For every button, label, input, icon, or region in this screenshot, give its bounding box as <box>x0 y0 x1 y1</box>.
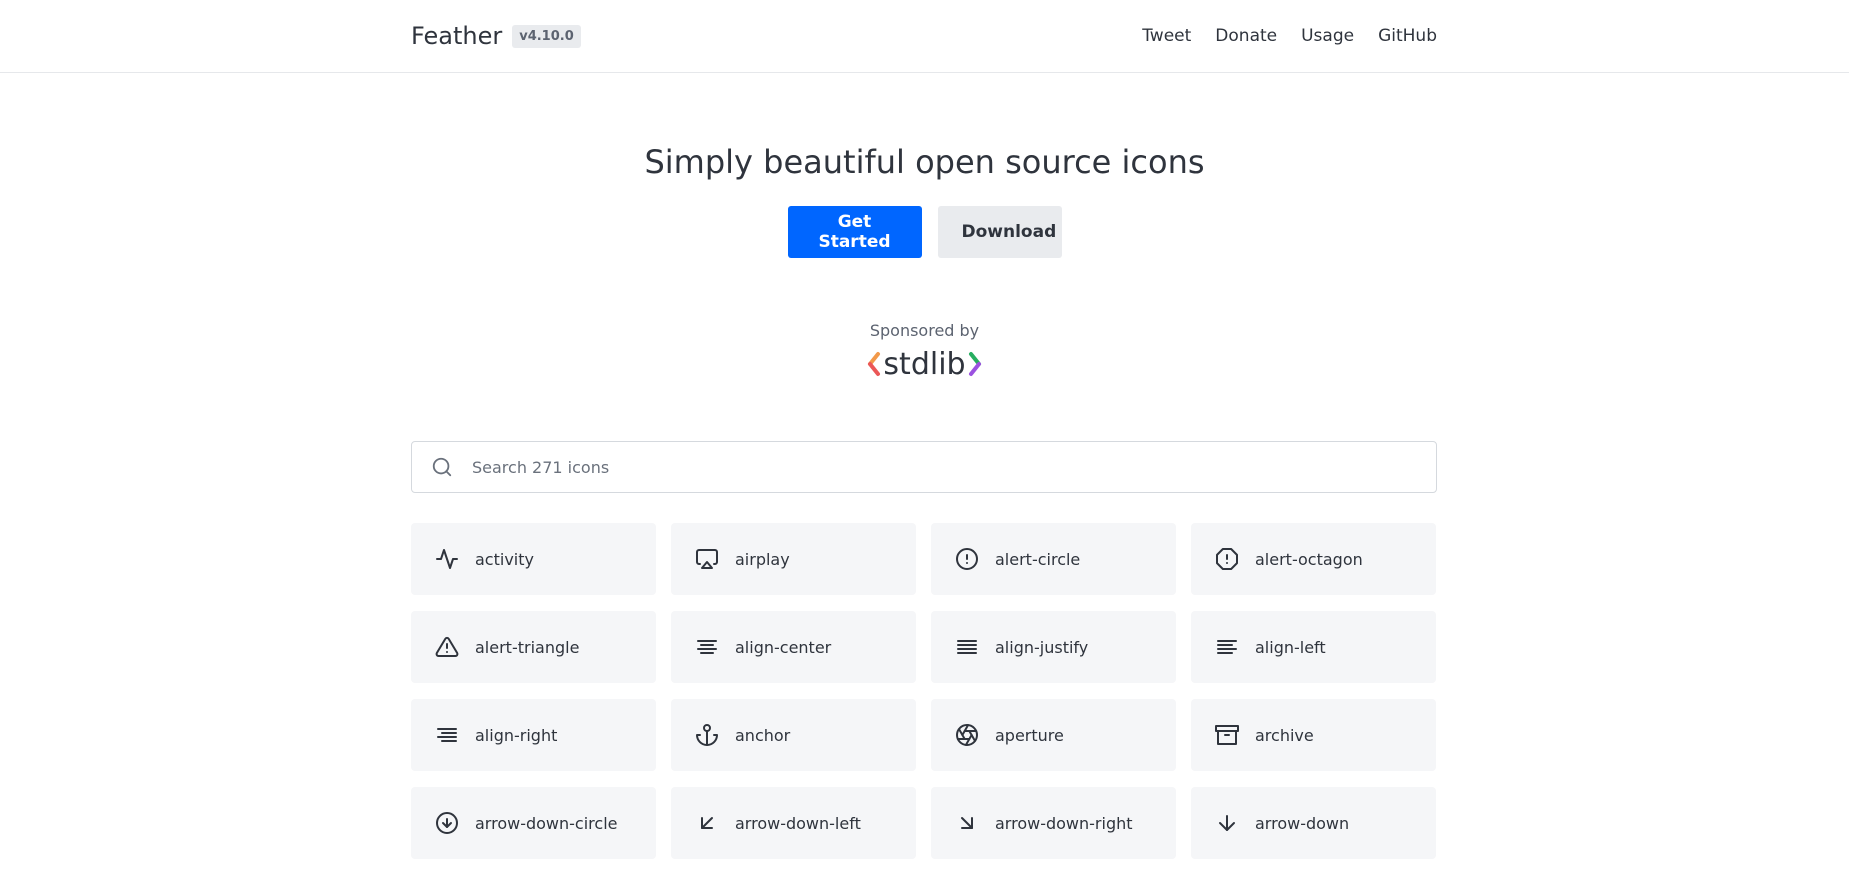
stdlib-logo-text: stdlib <box>883 346 966 382</box>
top-nav: Tweet Donate Usage GitHub <box>1142 26 1437 46</box>
hero-title: Simply beautiful open source icons <box>644 143 1205 181</box>
sponsor-section: Sponsored by stdlib <box>0 321 1849 382</box>
alert-octagon-icon <box>1215 547 1239 571</box>
nav-usage-link[interactable]: Usage <box>1301 26 1354 46</box>
alert-triangle-icon <box>435 635 459 659</box>
icon-tile-arrow-down[interactable]: arrow-down <box>1191 787 1436 859</box>
nav-tweet-link[interactable]: Tweet <box>1142 26 1191 46</box>
top-header: Feather v4.10.0 Tweet Donate Usage GitHu… <box>0 0 1849 73</box>
airplay-icon <box>695 547 719 571</box>
icon-tile-label: arrow-down-right <box>995 813 1133 833</box>
download-button[interactable]: Download <box>937 206 1062 258</box>
activity-icon <box>435 547 459 571</box>
icon-tile-align-center[interactable]: align-center <box>671 611 916 683</box>
stdlib-right-chevron-icon <box>968 352 981 376</box>
icon-tile-label: alert-triangle <box>475 637 580 657</box>
icon-tile-arrow-down-right[interactable]: arrow-down-right <box>931 787 1176 859</box>
icon-tile-align-left[interactable]: align-left <box>1191 611 1436 683</box>
align-left-icon <box>1215 635 1239 659</box>
anchor-icon <box>695 723 719 747</box>
icon-tile-anchor[interactable]: anchor <box>671 699 916 771</box>
version-badge: v4.10.0 <box>512 24 581 48</box>
alert-circle-icon <box>955 547 979 571</box>
icon-tile-arrow-down-circle[interactable]: arrow-down-circle <box>411 787 656 859</box>
align-center-icon <box>695 635 719 659</box>
hero-section: Simply beautiful open source icons Get S… <box>0 139 1849 258</box>
brand: Feather v4.10.0 <box>411 22 581 50</box>
nav-github-link[interactable]: GitHub <box>1378 26 1437 46</box>
icon-tile-label: aperture <box>995 725 1064 745</box>
align-right-icon <box>435 723 459 747</box>
icon-grid: activity airplay alert-circle alert-octa… <box>411 523 1437 859</box>
get-started-button[interactable]: Get Started <box>787 206 922 258</box>
icon-tile-label: align-right <box>475 725 558 745</box>
sponsor-label: Sponsored by <box>869 321 980 340</box>
icon-tile-label: align-center <box>735 637 832 657</box>
archive-icon <box>1215 723 1239 747</box>
header-inner: Feather v4.10.0 Tweet Donate Usage GitHu… <box>411 0 1437 72</box>
icon-tile-label: anchor <box>735 725 791 745</box>
icon-tile-label: activity <box>475 549 534 569</box>
search-bar[interactable] <box>411 441 1437 493</box>
icon-tile-label: alert-octagon <box>1255 549 1363 569</box>
stdlib-left-chevron-icon <box>868 352 881 376</box>
icon-tile-label: align-left <box>1255 637 1326 657</box>
icon-tile-label: arrow-down-left <box>735 813 861 833</box>
stdlib-logo[interactable]: stdlib <box>867 346 981 382</box>
icon-tile-alert-octagon[interactable]: alert-octagon <box>1191 523 1436 595</box>
icon-tile-aperture[interactable]: aperture <box>931 699 1176 771</box>
icon-tile-label: arrow-down-circle <box>475 813 618 833</box>
icon-tile-alert-triangle[interactable]: alert-triangle <box>411 611 656 683</box>
icon-tile-label: alert-circle <box>995 549 1081 569</box>
icon-tile-label: align-justify <box>995 637 1089 657</box>
arrow-down-icon <box>1215 811 1239 835</box>
align-justify-icon <box>955 635 979 659</box>
icon-tile-label: archive <box>1255 725 1314 745</box>
icon-tile-airplay[interactable]: airplay <box>671 523 916 595</box>
icon-tile-activity[interactable]: activity <box>411 523 656 595</box>
arrow-down-left-icon <box>695 811 719 835</box>
search-input[interactable] <box>472 443 1436 491</box>
nav-donate-link[interactable]: Donate <box>1215 26 1277 46</box>
icon-tile-label: arrow-down <box>1255 813 1350 833</box>
icon-tile-alert-circle[interactable]: alert-circle <box>931 523 1176 595</box>
icon-tile-archive[interactable]: archive <box>1191 699 1436 771</box>
arrow-down-right-icon <box>955 811 979 835</box>
search-icon <box>412 456 472 478</box>
aperture-icon <box>955 723 979 747</box>
icon-tile-align-right[interactable]: align-right <box>411 699 656 771</box>
hero-buttons: Get Started Download <box>0 206 1849 258</box>
icon-tile-align-justify[interactable]: align-justify <box>931 611 1176 683</box>
icon-tile-arrow-down-left[interactable]: arrow-down-left <box>671 787 916 859</box>
brand-name[interactable]: Feather <box>411 22 502 50</box>
arrow-down-circle-icon <box>435 811 459 835</box>
icon-tile-label: airplay <box>735 549 790 569</box>
